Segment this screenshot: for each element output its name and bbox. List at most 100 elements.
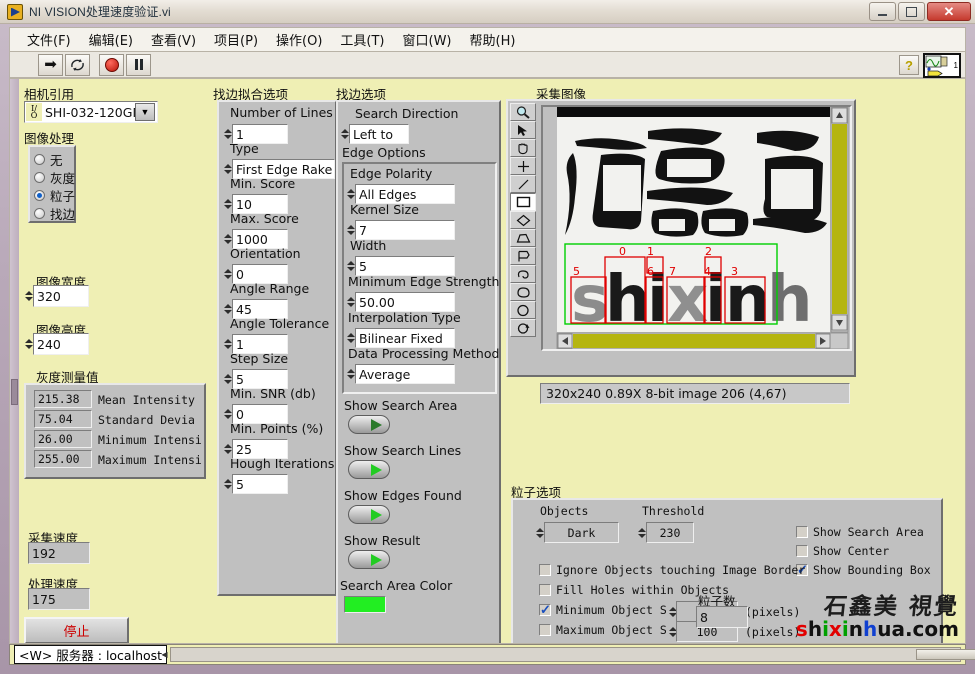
wm-c4: i <box>841 617 849 641</box>
image-height-field[interactable]: 240 <box>33 333 89 355</box>
edge-polarity-field[interactable]: All Edges <box>355 184 455 204</box>
chevron-down-icon[interactable]: ▼ <box>135 103 155 121</box>
width-field[interactable]: 5 <box>355 256 455 276</box>
run-continuously-button[interactable] <box>65 53 90 76</box>
radio-label-particle: 粒子 <box>50 189 76 204</box>
min-edge-strength-field[interactable]: 50.00 <box>355 292 455 312</box>
minimum-object-size-checkbox[interactable] <box>539 602 551 618</box>
image-width-stepper[interactable] <box>24 285 33 307</box>
data-processing-method-field[interactable]: Average <box>355 364 455 384</box>
image-height-stepper[interactable] <box>24 333 33 355</box>
rectangle-tool[interactable] <box>510 193 536 211</box>
menu-item-file[interactable]: 文件(F) <box>18 28 80 51</box>
hough-iterations-field[interactable]: 5 <box>232 474 288 494</box>
panel-vertical-scrollbar[interactable] <box>10 79 19 643</box>
min-snr-label: Min. SNR (db) <box>230 386 316 401</box>
search-direction-field[interactable]: Left to <box>349 124 409 144</box>
width-label: Width <box>350 238 387 253</box>
width-stepper[interactable] <box>346 256 355 276</box>
edge-polarity-stepper[interactable] <box>346 184 355 204</box>
radio-option-particle[interactable]: 粒子 <box>34 186 75 205</box>
freehand-tool[interactable] <box>510 265 536 283</box>
line-tool[interactable] <box>510 175 536 193</box>
acquired-image[interactable]: s h i x i n h 0 1 2 3 4 5 6 7 <box>543 107 850 349</box>
rotated-rectangle-tool[interactable] <box>510 211 536 229</box>
show-center-checkbox[interactable] <box>796 545 808 557</box>
abort-button[interactable] <box>99 53 124 76</box>
show-search-area-check-row[interactable]: Show Search Area <box>796 525 924 539</box>
vi-icon[interactable]: 1 <box>923 53 961 78</box>
maximum-object-size-checkbox[interactable] <box>539 624 551 636</box>
wm-c8: a <box>891 617 905 641</box>
annulus-tool[interactable] <box>510 283 536 301</box>
show-bounding-box-check-row[interactable]: Show Bounding Box <box>796 562 931 578</box>
min-edge-strength-stepper[interactable] <box>346 292 355 312</box>
threshold-stepper[interactable] <box>637 522 646 543</box>
search-area-color-swatch[interactable] <box>344 596 386 613</box>
show-search-area-checkbox[interactable] <box>796 526 808 538</box>
zoom-tool[interactable] <box>510 103 536 121</box>
menu-item-edit[interactable]: 编辑(E) <box>80 28 142 51</box>
rectangle-icon <box>516 196 530 208</box>
hough-iterations-stepper[interactable] <box>223 474 232 494</box>
ignore-objects-checkbox[interactable] <box>539 564 551 576</box>
point-tool[interactable] <box>510 157 536 175</box>
rotate-tool[interactable] <box>510 319 536 337</box>
edge-polarity-label: Edge Polarity <box>350 166 433 181</box>
close-button[interactable]: ✕ <box>927 2 971 21</box>
svg-text:3: 3 <box>731 265 738 278</box>
data-processing-method-stepper[interactable] <box>346 364 355 384</box>
help-button[interactable]: ? <box>899 55 919 75</box>
status-horizontal-scrollbar[interactable] <box>170 647 975 662</box>
status-scrollbar-thumb[interactable] <box>916 649 975 660</box>
minimum-object-size-check-row[interactable]: Minimum Object S <box>539 602 667 618</box>
menu-item-window[interactable]: 窗口(W) <box>394 28 461 51</box>
kernel-size-label: Kernel Size <box>350 202 419 217</box>
maximum-object-size-check-row[interactable]: Maximum Object S <box>539 623 667 637</box>
kernel-size-stepper[interactable] <box>346 220 355 240</box>
pan-tool[interactable] <box>510 139 536 157</box>
data-processing-method-label: Data Processing Method <box>348 346 500 361</box>
image-width-field[interactable]: 320 <box>33 285 89 307</box>
menu-item-help[interactable]: 帮助(H) <box>461 28 525 51</box>
maximize-button[interactable] <box>898 2 925 21</box>
show-result-toggle[interactable] <box>348 550 390 569</box>
scrollbar-thumb[interactable] <box>11 379 18 405</box>
ignore-objects-check-row[interactable]: Ignore Objects touching Image Border <box>539 563 805 577</box>
radio-option-edge[interactable]: 找边 <box>34 204 75 223</box>
interpolation-type-stepper[interactable] <box>346 328 355 348</box>
interpolation-type-field[interactable]: Bilinear Fixed <box>355 328 455 348</box>
search-direction-stepper[interactable] <box>340 124 349 144</box>
oval-tool[interactable] <box>510 301 536 319</box>
menu-item-operate[interactable]: 操作(O) <box>267 28 331 51</box>
selection-tool[interactable] <box>510 121 536 139</box>
show-bounding-box-check-label: Show Bounding Box <box>813 563 931 577</box>
show-center-check-row[interactable]: Show Center <box>796 544 889 558</box>
show-edges-found-toggle[interactable] <box>348 505 390 524</box>
watermark-cjk: 石鑫美 視覺 <box>822 593 961 620</box>
run-button[interactable]: ➡ <box>38 53 63 76</box>
radio-option-grayscale[interactable]: 灰度 <box>34 168 75 187</box>
menu-item-tools[interactable]: 工具(T) <box>331 28 393 51</box>
menu-item-project[interactable]: 项目(P) <box>205 28 267 51</box>
broken-line-tool[interactable] <box>510 247 536 265</box>
minimize-button[interactable] <box>869 2 896 21</box>
polygon-tool[interactable] <box>510 229 536 247</box>
show-search-area-toggle[interactable] <box>348 415 390 434</box>
tool-bar: ➡ ? 1 <box>9 51 966 78</box>
objects-field[interactable]: Dark <box>544 522 619 543</box>
objects-stepper[interactable] <box>535 522 544 543</box>
application-window: NI VISION处理速度验证.vi ✕ 文件(F) 编辑(E) 查看(V) 项… <box>0 0 975 674</box>
show-search-lines-toggle[interactable] <box>348 460 390 479</box>
threshold-field[interactable]: 230 <box>646 522 694 543</box>
fill-holes-checkbox[interactable] <box>539 584 551 596</box>
kernel-size-field[interactable]: 7 <box>355 220 455 240</box>
stop-button[interactable]: 停止 <box>24 617 129 643</box>
menu-item-view[interactable]: 查看(V) <box>142 28 205 51</box>
processing-radio-group: 无 灰度 粒子 找边 <box>28 145 76 223</box>
status-scroll-left-button[interactable]: ◀ <box>159 648 170 661</box>
maximum-object-size-label: Maximum Object S <box>556 623 667 637</box>
pause-button[interactable] <box>126 53 151 76</box>
interpolation-type-label: Interpolation Type <box>348 310 461 325</box>
radio-option-none[interactable]: 无 <box>34 150 63 169</box>
